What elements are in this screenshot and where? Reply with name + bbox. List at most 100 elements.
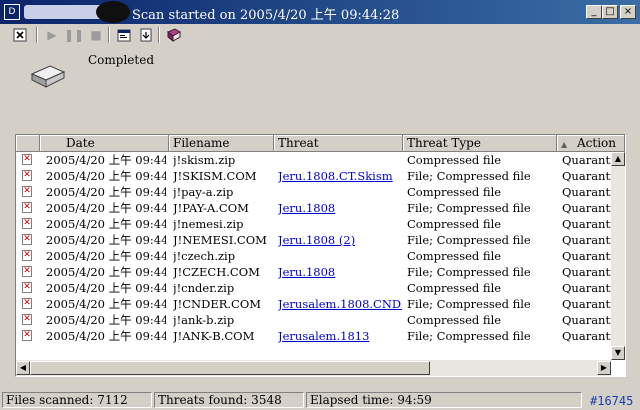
toolbar-separator [36, 27, 38, 43]
toolbar-separator [108, 27, 110, 43]
cell-filename: J!CNDER.COM [173, 297, 262, 311]
cell-threat [278, 216, 402, 232]
cell-threat[interactable]: Jeru.1808 [278, 264, 402, 280]
table-row[interactable]: ✕ 2005/4/20 上午 09:44:33 J!CNDER.COM Jerusal… [16, 296, 613, 312]
threat-x-icon: ✕ [22, 282, 32, 293]
threat-x-icon: ✕ [22, 218, 32, 229]
table-header: Date Filename Threat Threat Type ▲ Actio… [16, 135, 625, 152]
cell-date: 2005/4/20 上午 09:44:38 [46, 153, 166, 167]
cell-threat [278, 280, 402, 296]
post-number-badge: #16745 [590, 394, 634, 408]
header-date[interactable]: Date [40, 135, 169, 152]
scroll-up-icon[interactable]: ▲ [611, 152, 625, 166]
scroll-down-icon[interactable]: ▼ [611, 346, 625, 360]
table-row[interactable]: ✕ 2005/4/20 上午 09:44:33 j!ank-b.zip Compres… [16, 312, 613, 328]
cell-threat-type: File; Compressed file [407, 329, 531, 343]
table-row[interactable]: ✕ 2005/4/20 上午 09:44:35 j!czech.zip Compres… [16, 248, 613, 264]
cell-filename: J!CZECH.COM [173, 265, 260, 279]
sort-ascending-icon: ▲ [561, 140, 568, 149]
threat-x-icon: ✕ [22, 266, 32, 277]
cell-threat-type: File; Compressed file [407, 297, 531, 311]
cell-action: Quarantine [562, 201, 612, 215]
cell-date: 2005/4/20 上午 09:44:37 [46, 185, 166, 199]
table-row[interactable]: ✕ 2005/4/20 上午 09:44:37 J!PAY-A.COM Jeru.18… [16, 200, 613, 216]
cell-threat[interactable]: Jerusalem.1808.CNDER [278, 296, 402, 312]
cell-threat [278, 184, 402, 200]
threat-x-icon: ✕ [22, 202, 32, 213]
title-bar[interactable]: D Scan started on 2005/4/20 上午 09:44:28 … [0, 0, 640, 24]
disk-drive-icon [30, 60, 66, 90]
threat-x-icon: ✕ [22, 250, 32, 261]
cell-threat-type: Compressed file [407, 281, 502, 295]
cell-threat[interactable]: Jeru.1808 [278, 200, 402, 216]
cell-date: 2005/4/20 上午 09:44:33 [46, 297, 166, 311]
threat-x-icon: ✕ [22, 154, 32, 165]
table-row[interactable]: ✕ 2005/4/20 上午 09:44:36 j!nemesi.zip Compre… [16, 216, 613, 232]
cell-filename: j!nemesi.zip [173, 217, 244, 231]
cell-action: Quarantine [562, 217, 612, 231]
properties-icon[interactable] [114, 25, 134, 45]
header-action-label: Action [576, 136, 616, 150]
threats-found: Threats found: 3548 [154, 392, 304, 408]
table-row[interactable]: ✕ 2005/4/20 上午 09:44:35 J!CZECH.COM Jeru.18… [16, 264, 613, 280]
header-threat[interactable]: Threat [274, 135, 403, 152]
cell-filename: J!PAY-A.COM [173, 201, 249, 215]
scroll-right-icon[interactable]: ▶ [597, 361, 611, 375]
cell-action: Quarantine [562, 265, 612, 279]
toolbar-separator [158, 27, 160, 43]
horizontal-scrollbar[interactable]: ◀ ▶ [16, 360, 611, 376]
horizontal-scroll-thumb[interactable] [30, 361, 430, 375]
cell-action: Quarantine [562, 281, 612, 295]
cell-action: Quarantine [562, 329, 612, 343]
threat-x-icon: ✕ [22, 234, 32, 245]
app-icon: D [4, 4, 20, 20]
table-row[interactable]: ✕ 2005/4/20 上午 09:44:38 J!SKISM.COM Jeru.18… [16, 168, 613, 184]
cell-action: Quarantine [562, 185, 612, 199]
vertical-scrollbar[interactable]: ▲ ▼ [611, 152, 625, 360]
threat-x-icon: ✕ [22, 170, 32, 181]
cell-action: Quarantine [562, 249, 612, 263]
header-filename[interactable]: Filename [169, 135, 274, 152]
cell-threat[interactable]: Jeru.1808.CT.Skism [278, 168, 402, 184]
cell-filename: J!ANK-B.COM [173, 329, 255, 343]
files-scanned: Files scanned: 7112 [2, 392, 152, 408]
book-icon[interactable] [164, 25, 184, 45]
cell-date: 2005/4/20 上午 09:44:36 [46, 233, 166, 247]
table-row[interactable]: ✕ 2005/4/20 上午 09:44:33 j!cnder.zip Compres… [16, 280, 613, 296]
status-bar: Files scanned: 7112 Threats found: 3548 … [0, 390, 640, 410]
close-window-icon[interactable] [10, 25, 30, 45]
cell-threat [278, 248, 402, 264]
cell-threat-type: File; Compressed file [407, 265, 531, 279]
play-icon[interactable]: ▶ [42, 25, 62, 45]
table-row[interactable]: ✕ 2005/4/20 上午 09:44:38 j!skism.zip Compres… [16, 152, 613, 168]
cell-threat-type: Compressed file [407, 153, 502, 167]
cell-threat [278, 152, 402, 168]
minimize-button[interactable]: _ [586, 5, 602, 19]
cell-filename: j!cnder.zip [173, 281, 235, 295]
cell-threat[interactable]: Jerusalem.1813 [278, 328, 402, 344]
cell-threat-type: Compressed file [407, 185, 502, 199]
pause-icon[interactable]: ❚❚ [64, 25, 84, 45]
export-icon[interactable] [136, 25, 156, 45]
maximize-button[interactable]: □ [602, 5, 618, 19]
scroll-left-icon[interactable]: ◀ [16, 361, 30, 375]
threat-x-icon: ✕ [22, 298, 32, 309]
cell-action: Quarantine [562, 233, 612, 247]
threat-x-icon: ✕ [22, 330, 32, 341]
table-row[interactable]: ✕ 2005/4/20 上午 09:44:36 J!NEMESI.COM Jeru.1… [16, 232, 613, 248]
stop-icon[interactable]: ■ [86, 25, 106, 45]
header-action[interactable]: ▲ Action [557, 135, 625, 152]
cell-date: 2005/4/20 上午 09:44:35 [46, 249, 166, 263]
table-row[interactable]: ✕ 2005/4/20 上午 09:44:37 j!pay-a.zip Compres… [16, 184, 613, 200]
header-threat-type[interactable]: Threat Type [403, 135, 557, 152]
results-table[interactable]: Date Filename Threat Threat Type ▲ Actio… [15, 134, 626, 377]
cell-threat-type: Compressed file [407, 249, 502, 263]
header-icon-column[interactable] [16, 135, 40, 152]
cell-threat-type: Compressed file [407, 217, 502, 231]
close-button[interactable]: × [620, 5, 636, 19]
cell-date: 2005/4/20 上午 09:44:37 [46, 201, 166, 215]
cell-date: 2005/4/20 上午 09:44:38 [46, 169, 166, 183]
cell-threat[interactable]: Jeru.1808 (2) [278, 232, 402, 248]
cell-date: 2005/4/20 上午 09:44:33 [46, 281, 166, 295]
table-row[interactable]: ✕ 2005/4/20 上午 09:44:33 J!ANK-B.COM Jerusal… [16, 328, 613, 344]
